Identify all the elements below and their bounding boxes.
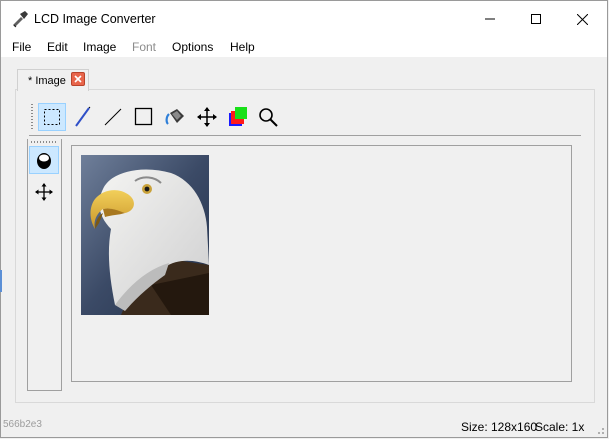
status-image-size: Size: 128x160 (461, 420, 538, 434)
select-mode-icon (37, 153, 51, 169)
move-selection-icon (35, 183, 53, 201)
side-panel-grip[interactable] (31, 141, 58, 143)
maximize-button[interactable] (513, 1, 559, 37)
side-tool-panel (27, 139, 62, 391)
tab-close-button[interactable] (71, 72, 85, 86)
tab-image-label: * Image (28, 75, 66, 87)
side-tool-move[interactable] (29, 178, 59, 206)
close-button[interactable] (559, 1, 605, 37)
maximize-icon (531, 14, 541, 24)
lcd-app-icon (13, 11, 28, 28)
close-icon (576, 13, 588, 25)
tool-zoom[interactable] (254, 103, 282, 131)
background-window-edge (0, 270, 2, 292)
close-icon (74, 75, 82, 83)
menu-font[interactable]: Font (132, 40, 156, 54)
minimize-button[interactable] (467, 1, 513, 37)
menu-edit[interactable]: Edit (47, 40, 68, 54)
move-icon (197, 107, 217, 127)
menu-bar: File Edit Image Font Options Help (1, 37, 607, 57)
status-bar: Size: 128x160 Scale: 1x (1, 415, 607, 437)
pen-icon (75, 106, 91, 127)
select-rect-icon (44, 109, 60, 125)
zoom-icon (259, 108, 278, 127)
tool-line[interactable] (99, 103, 127, 131)
app-window: LCD Image Converter File Edit Image Font… (0, 0, 608, 438)
color-picker-icon (229, 107, 247, 126)
eagle-image[interactable] (81, 155, 209, 315)
line-icon (104, 108, 122, 126)
tool-rectangle[interactable] (130, 103, 158, 131)
title-bar[interactable]: LCD Image Converter (1, 1, 607, 37)
tool-move[interactable] (193, 103, 221, 131)
fill-bucket-icon (165, 109, 184, 125)
size-grip-icon[interactable] (595, 425, 605, 435)
menu-help[interactable]: Help (230, 40, 255, 54)
tool-select-rect[interactable] (38, 103, 66, 131)
eagle-picture (81, 155, 209, 315)
rectangle-icon (134, 107, 153, 126)
status-scale: Scale: 1x (535, 420, 585, 434)
tool-fill[interactable] (161, 103, 189, 131)
menu-image[interactable]: Image (83, 40, 116, 54)
toolbar-grip[interactable] (31, 104, 33, 130)
menu-options[interactable]: Options (172, 40, 213, 54)
window-title: LCD Image Converter (34, 12, 156, 26)
background-edge-text: 566b2e3 (3, 419, 42, 430)
tool-color[interactable] (224, 103, 252, 131)
side-tool-select[interactable] (29, 146, 59, 174)
tool-pen[interactable] (69, 103, 97, 131)
minimize-icon (485, 18, 495, 20)
toolbar-separator (29, 135, 581, 136)
menu-file[interactable]: File (12, 40, 31, 54)
